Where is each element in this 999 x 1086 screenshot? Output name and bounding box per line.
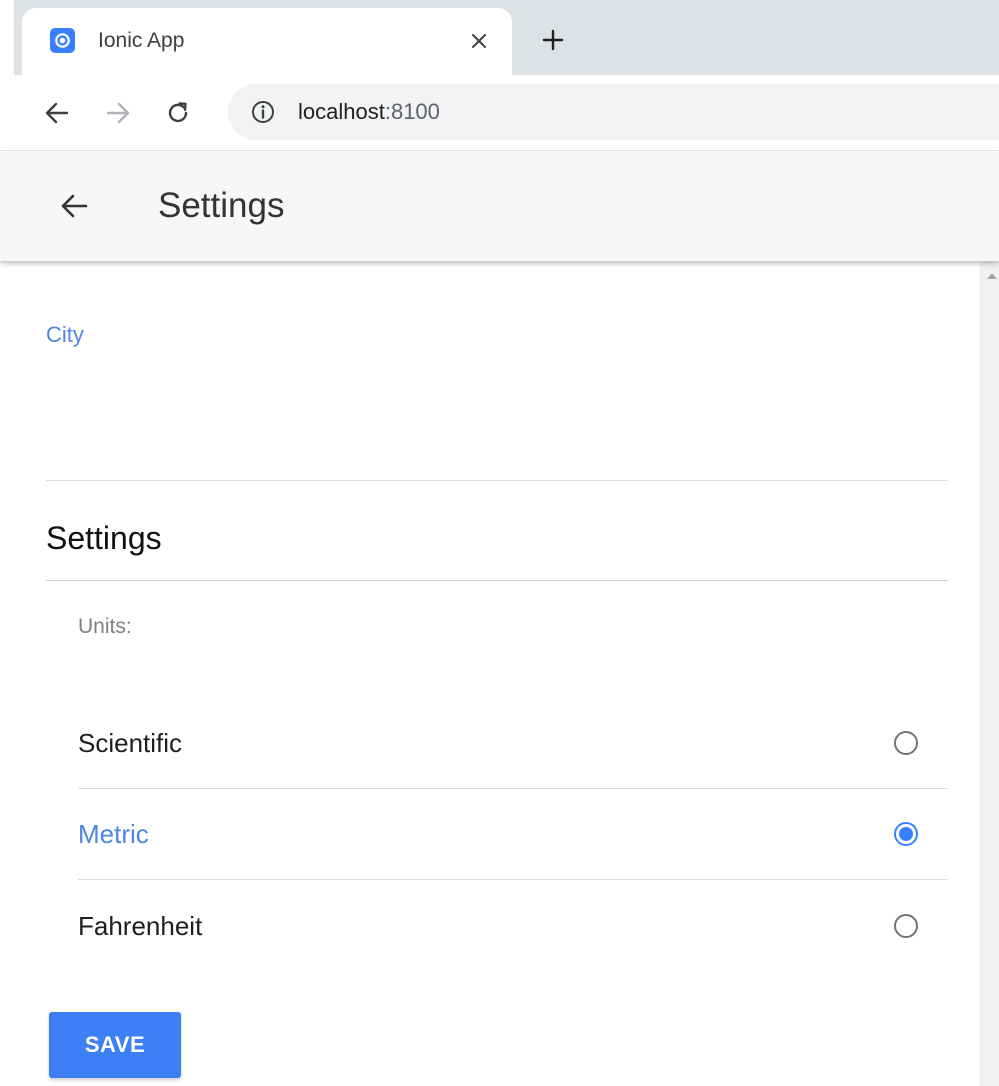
radio-option-scientific[interactable]: Scientific (78, 698, 948, 789)
address-bar[interactable]: localhost:8100 (228, 84, 999, 140)
browser-window: Ionic App localhost:8100 Settings City S… (0, 0, 999, 1086)
close-icon[interactable] (462, 24, 496, 58)
city-label: City (46, 322, 84, 347)
browser-forward-icon[interactable] (101, 96, 135, 130)
url-text: localhost:8100 (298, 98, 440, 126)
radio-unchecked-icon[interactable] (894, 914, 918, 938)
units-label: Units: (78, 615, 132, 638)
app-header: Settings (0, 151, 999, 261)
browser-back-icon[interactable] (40, 96, 74, 130)
tab-strip: Ionic App (0, 0, 999, 75)
radio-option-label: Scientific (78, 728, 183, 758)
info-icon[interactable] (250, 99, 276, 125)
scroll-up-icon[interactable] (987, 273, 997, 279)
page-title: Settings (158, 186, 285, 225)
scrollbar[interactable] (980, 261, 999, 1086)
radio-unchecked-icon[interactable] (894, 731, 918, 755)
browser-toolbar: localhost:8100 (0, 75, 999, 151)
divider (46, 580, 948, 581)
radio-option-label: Metric (78, 819, 149, 849)
radio-option-label: Fahrenheit (78, 911, 203, 941)
radio-option-fahrenheit[interactable]: Fahrenheit (78, 881, 948, 971)
save-button[interactable]: SAVE (49, 1012, 181, 1078)
divider (46, 480, 948, 481)
browser-tab[interactable]: Ionic App (22, 8, 512, 75)
settings-section-title: Settings (46, 520, 162, 556)
tab-title: Ionic App (98, 29, 185, 52)
city-input[interactable] (46, 369, 948, 459)
back-button[interactable] (56, 188, 92, 224)
arrow-left-icon (61, 194, 88, 218)
ionic-logo-icon (50, 28, 75, 53)
plus-icon[interactable] (536, 23, 570, 57)
radio-option-metric[interactable]: Metric (78, 789, 948, 880)
radio-checked-icon[interactable] (894, 822, 918, 846)
reload-icon[interactable] (161, 96, 195, 130)
settings-content: City Settings Units: Scientific Metric F… (0, 261, 999, 1086)
url-port: :8100 (384, 99, 440, 124)
url-host: localhost (298, 99, 385, 124)
